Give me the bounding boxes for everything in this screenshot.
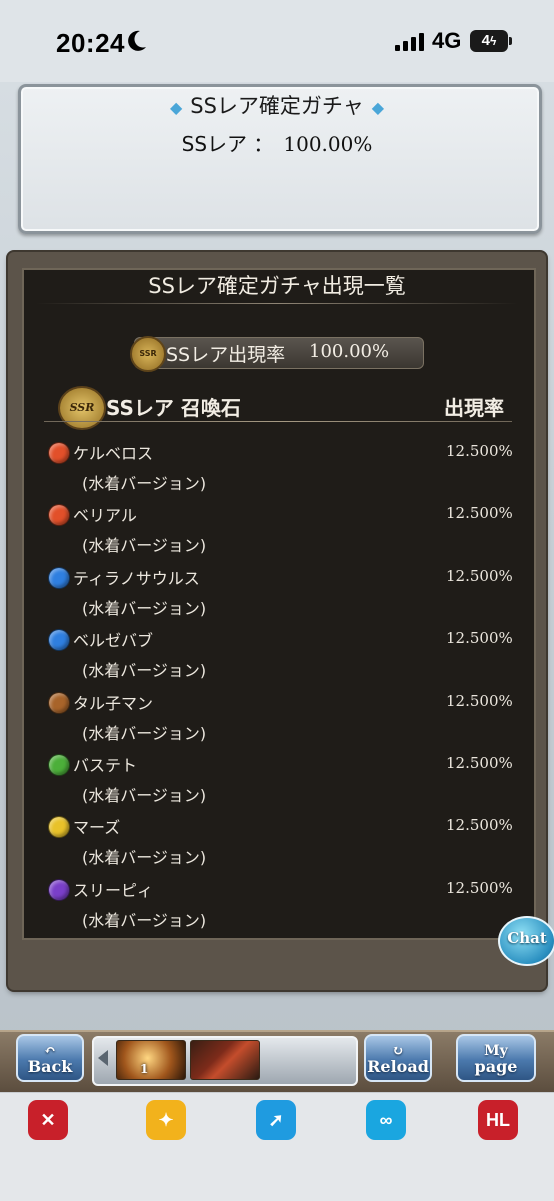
status-time: 20:24 xyxy=(56,28,125,58)
rate-pill-value: 100.00% xyxy=(309,341,390,362)
summon-rate: 12.500% xyxy=(446,754,513,772)
crystal-icon: ◆ xyxy=(169,98,183,117)
summon-rate: 12.500% xyxy=(446,629,513,648)
summon-rate: 12.500% xyxy=(446,691,513,710)
panel-title: SSレア確定ガチャ出現一覧 xyxy=(148,274,406,298)
reload-button[interactable]: ↻ Reload xyxy=(364,1034,432,1082)
sword-app-icon[interactable]: ✕ xyxy=(28,1100,68,1140)
summon-name: バステト xyxy=(73,756,138,775)
element-orb-icon xyxy=(48,754,70,776)
summon-rate: 12.500% xyxy=(446,878,513,897)
element-orb-icon xyxy=(48,566,70,589)
summon-variant: (水着バージョン) xyxy=(82,474,207,493)
list-item[interactable]: ティラノサウルス (水着バージョン) 12.500% xyxy=(0,561,554,621)
gacha-summary-title-text: SSレア確定ガチャ xyxy=(190,94,364,118)
list-item[interactable]: タル子マン (水着バージョン) 12.500% xyxy=(0,686,554,746)
list-item[interactable]: ベリアル (水着バージョン) 12.500% xyxy=(0,498,554,558)
battery-indicator: 4ϟ xyxy=(470,30,508,52)
chat-button[interactable]: Chat xyxy=(498,916,554,966)
summon-name: ティラノサウルス xyxy=(73,568,200,588)
ssr-badge-icon: SSR xyxy=(130,336,166,372)
summon-rate: 12.500% xyxy=(446,504,513,523)
list-item[interactable]: スリーピィ (水着バージョン) 12.500% xyxy=(0,873,554,933)
back-button-label: Back xyxy=(27,1057,73,1076)
element-orb-icon xyxy=(48,504,70,527)
element-orb-icon xyxy=(48,442,70,464)
reload-button-label: Reload xyxy=(367,1057,429,1076)
butterfly-app-icon[interactable]: ✦ xyxy=(146,1100,186,1140)
list-item[interactable]: バステト (水着バージョン) 12.500% xyxy=(0,748,554,808)
rate-label: SSレア ： xyxy=(181,132,274,156)
back-button[interactable]: ↶ Back xyxy=(16,1034,84,1082)
rocket-app-icon[interactable]: ➚ xyxy=(256,1100,296,1140)
divider xyxy=(44,421,512,422)
divider xyxy=(36,303,518,304)
my-page-label-line2: page xyxy=(474,1057,518,1076)
charging-bolt-icon: ϟ xyxy=(489,34,497,48)
summon-variant: (水着バージョン) xyxy=(82,598,207,618)
summon-name: ケルベロス xyxy=(73,444,154,463)
gacha-summary-rate: SSレア ： 100.00% xyxy=(0,128,554,157)
cellular-signal-icon xyxy=(395,33,424,51)
summon-variant: (水着バージョン) xyxy=(82,536,207,556)
summon-name: スリーピィ xyxy=(73,880,154,900)
rate-pill-label: SSレア出現率 xyxy=(166,344,286,366)
summon-rate: 12.500% xyxy=(446,442,513,460)
list-item[interactable]: マーズ (水着バージョン) 12.500% xyxy=(0,810,554,870)
reload-icon: ↻ xyxy=(392,1043,404,1059)
summon-name: タル子マン xyxy=(73,693,154,713)
summon-variant: (水着バージョン) xyxy=(82,786,207,805)
my-page-label-line1: My xyxy=(484,1043,508,1059)
summon-rate: 12.500% xyxy=(446,816,513,835)
list-item[interactable]: ベルゼバブ (水着バージョン) 12.500% xyxy=(0,623,554,683)
summon-name: ベルゼバブ xyxy=(73,631,154,651)
list-item[interactable]: ケルベロス (水着バージョン) 12.500% xyxy=(0,436,554,496)
element-orb-icon xyxy=(48,878,70,901)
element-orb-icon xyxy=(48,816,70,839)
ssr-section-badge-icon: SSR xyxy=(58,386,106,430)
infinity-app-icon[interactable]: ∞ xyxy=(366,1100,406,1140)
network-type: 4G xyxy=(432,28,462,53)
summon-name: ベリアル xyxy=(73,506,137,526)
battery-level: 4 xyxy=(481,32,490,49)
crystal-icon: ◆ xyxy=(371,98,385,117)
scroll-left-arrow-icon[interactable] xyxy=(98,1050,108,1066)
section-title: SSレア 召喚石 xyxy=(106,396,241,420)
quick-slot-1-label: 1 xyxy=(140,1062,149,1076)
status-bar: 20:24 4G 4ϟ xyxy=(0,0,554,82)
summon-variant: (水着バージョン) xyxy=(82,661,207,681)
hl-app-icon[interactable]: HL xyxy=(478,1100,518,1140)
my-page-button[interactable]: My page xyxy=(456,1034,536,1082)
summon-variant: (水着バージョン) xyxy=(82,848,207,868)
summon-name: マーズ xyxy=(73,818,121,838)
summon-variant: (水着バージョン) xyxy=(82,910,207,930)
rate-value: 100.00% xyxy=(283,132,373,156)
gacha-summary-title: ◆ SSレア確定ガチャ ◆ xyxy=(0,90,554,120)
battery-nub xyxy=(509,37,512,45)
element-orb-icon xyxy=(48,691,70,714)
quick-slot-2[interactable] xyxy=(190,1040,260,1080)
element-orb-icon xyxy=(48,629,70,652)
rate-column-header: 出現率 xyxy=(444,396,504,420)
quick-slot-1[interactable] xyxy=(116,1040,186,1080)
moon-icon xyxy=(128,30,146,51)
back-arrow-icon: ↶ xyxy=(44,1043,56,1059)
summon-rate: 12.500% xyxy=(446,566,513,585)
summon-variant: (水着バージョン) xyxy=(82,723,207,743)
